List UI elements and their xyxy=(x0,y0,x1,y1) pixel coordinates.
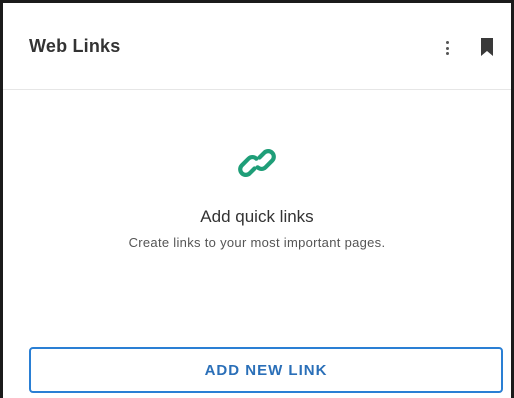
empty-state-description: Create links to your most important page… xyxy=(128,235,386,250)
web-links-widget: Web Links Add quick links Create links t… xyxy=(0,0,514,398)
menu-dot xyxy=(445,46,449,50)
empty-state-title: Add quick links xyxy=(200,207,314,226)
widget-title: Web Links xyxy=(29,36,121,56)
menu-dot xyxy=(445,52,449,55)
widget-header: Web Links xyxy=(3,3,511,90)
empty-state: Add quick links Create links to your mos… xyxy=(3,141,511,251)
add-new-link-button[interactable]: ADD NEW LINK xyxy=(29,347,503,393)
bookmark-icon[interactable] xyxy=(480,38,494,56)
link-icon xyxy=(238,149,276,177)
more-vertical-icon[interactable] xyxy=(439,37,455,59)
menu-dot xyxy=(445,41,449,44)
